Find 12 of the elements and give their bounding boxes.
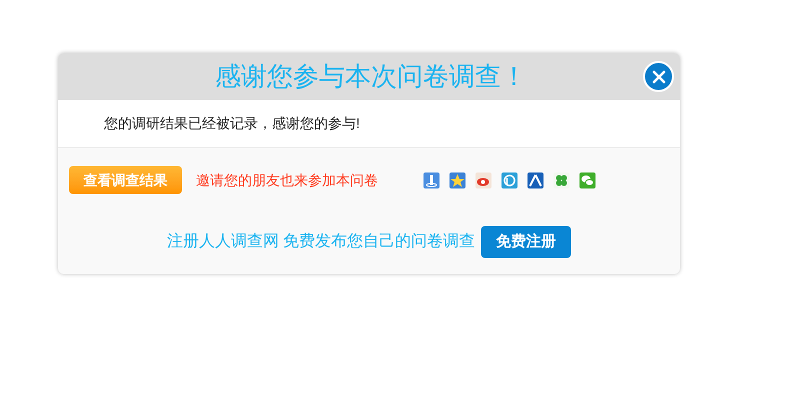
chat-icon[interactable] (579, 172, 596, 188)
eye-icon[interactable] (475, 172, 492, 188)
view-results-button[interactable]: 查看调查结果 (69, 166, 182, 194)
register-button[interactable]: 免费注册 (481, 226, 572, 258)
promo-text: 注册人人调查网 免费发布您自己的问卷调查 (166, 232, 476, 252)
invite-text: 邀请您的朋友也来参加本问卷 (196, 170, 378, 190)
close-button[interactable] (643, 61, 674, 92)
close-icon (652, 70, 666, 84)
clover-icon[interactable] (553, 172, 570, 188)
dialog-title: 感谢您参与本次问卷调查！ (215, 60, 527, 93)
confirmation-message: 您的调研结果已经被记录，感谢您的参与! (104, 114, 360, 133)
star-icon[interactable] (449, 172, 466, 188)
